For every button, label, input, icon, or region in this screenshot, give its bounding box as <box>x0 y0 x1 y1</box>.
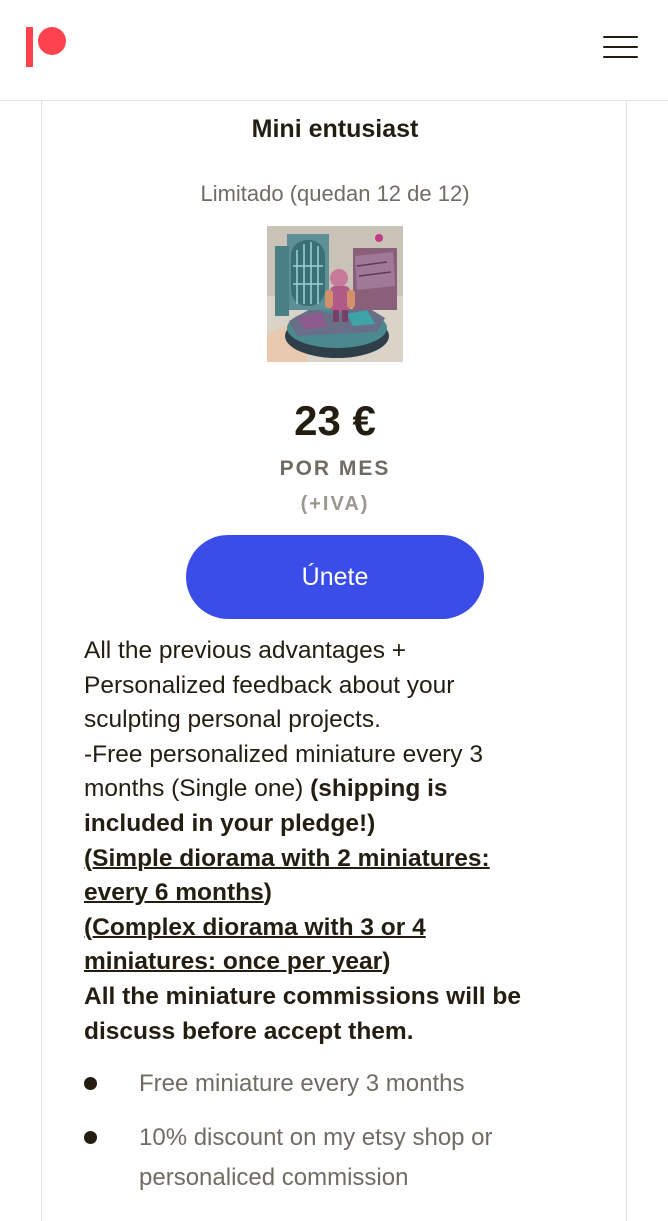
menu-line <box>603 46 638 48</box>
description-line: All the miniature commissions will be <box>84 980 584 1015</box>
description-text: months (Single one) <box>84 775 311 803</box>
bullet-icon <box>84 1077 97 1090</box>
description-line: (Simple diorama with 2 miniatures: <box>84 842 584 877</box>
tier-image <box>267 226 403 362</box>
menu-line <box>603 56 638 58</box>
benefit-text: Free miniature every 3 months <box>139 1070 465 1097</box>
description-bold-text: (shipping is <box>310 775 448 803</box>
benefit-item: 10% discount on my etsy shop or personal… <box>84 1118 604 1198</box>
tier-limit-text: Limitado (quedan 12 de 12) <box>200 181 470 206</box>
description-underlined-text: (Complex diorama with 3 or 4 <box>84 913 426 941</box>
tier-tax-note: (+IVA) <box>300 493 370 515</box>
description-bold-text: included in your pledge!) <box>84 809 376 837</box>
join-button[interactable]: Únete <box>186 535 484 619</box>
description-line: Personalized feedback about your <box>84 671 455 699</box>
description-bold-text: ) <box>263 879 272 907</box>
description-underlined-text: (Simple diorama with 2 miniatures: <box>84 844 490 872</box>
logo-bar <box>26 27 33 67</box>
description-line: months (Single one) (shipping is <box>84 772 584 807</box>
description-bold-text: All the miniature commissions will be <box>84 982 522 1010</box>
bullet-icon <box>84 1131 97 1144</box>
description-line: included in your pledge!) <box>84 807 584 842</box>
tier-title: Mini entusiast <box>251 115 419 143</box>
description-underlined-text: every 6 months <box>84 879 264 907</box>
description-bold-text: discuss before accept them. <box>84 1017 414 1045</box>
menu-line <box>603 36 638 38</box>
description-line: discuss before accept them. <box>84 1015 584 1050</box>
benefit-list: Free miniature every 3 months 10% discou… <box>84 1064 604 1212</box>
tier-period: POR MES <box>279 457 391 480</box>
description-line: miniatures: once per year) <box>84 945 584 980</box>
diorama-image <box>267 226 403 362</box>
tier-price: 23 € <box>294 397 376 444</box>
description-line: sculpting personal projects. <box>84 706 381 734</box>
description-line: -Free personalized miniature every 3 <box>84 740 483 768</box>
logo-circle <box>38 27 66 55</box>
benefit-item: Free miniature every 3 months <box>84 1064 604 1104</box>
patreon-logo-icon[interactable] <box>26 27 68 67</box>
benefit-text: 10% discount on my etsy shop or personal… <box>139 1124 493 1191</box>
description-line: every 6 months) <box>84 876 584 911</box>
description-line: All the previous advantages + <box>84 637 407 664</box>
top-header <box>0 0 668 101</box>
hamburger-menu-icon[interactable] <box>600 32 640 60</box>
description-bold-text: ) <box>382 948 391 976</box>
tier-description: All the previous advantages + Personaliz… <box>84 634 584 1049</box>
description-line: (Complex diorama with 3 or 4 <box>84 911 584 946</box>
description-underlined-text: miniatures: once per year <box>84 948 383 976</box>
tier-card: Mini entusiast Limitado (quedan 12 de 12… <box>41 101 627 1221</box>
